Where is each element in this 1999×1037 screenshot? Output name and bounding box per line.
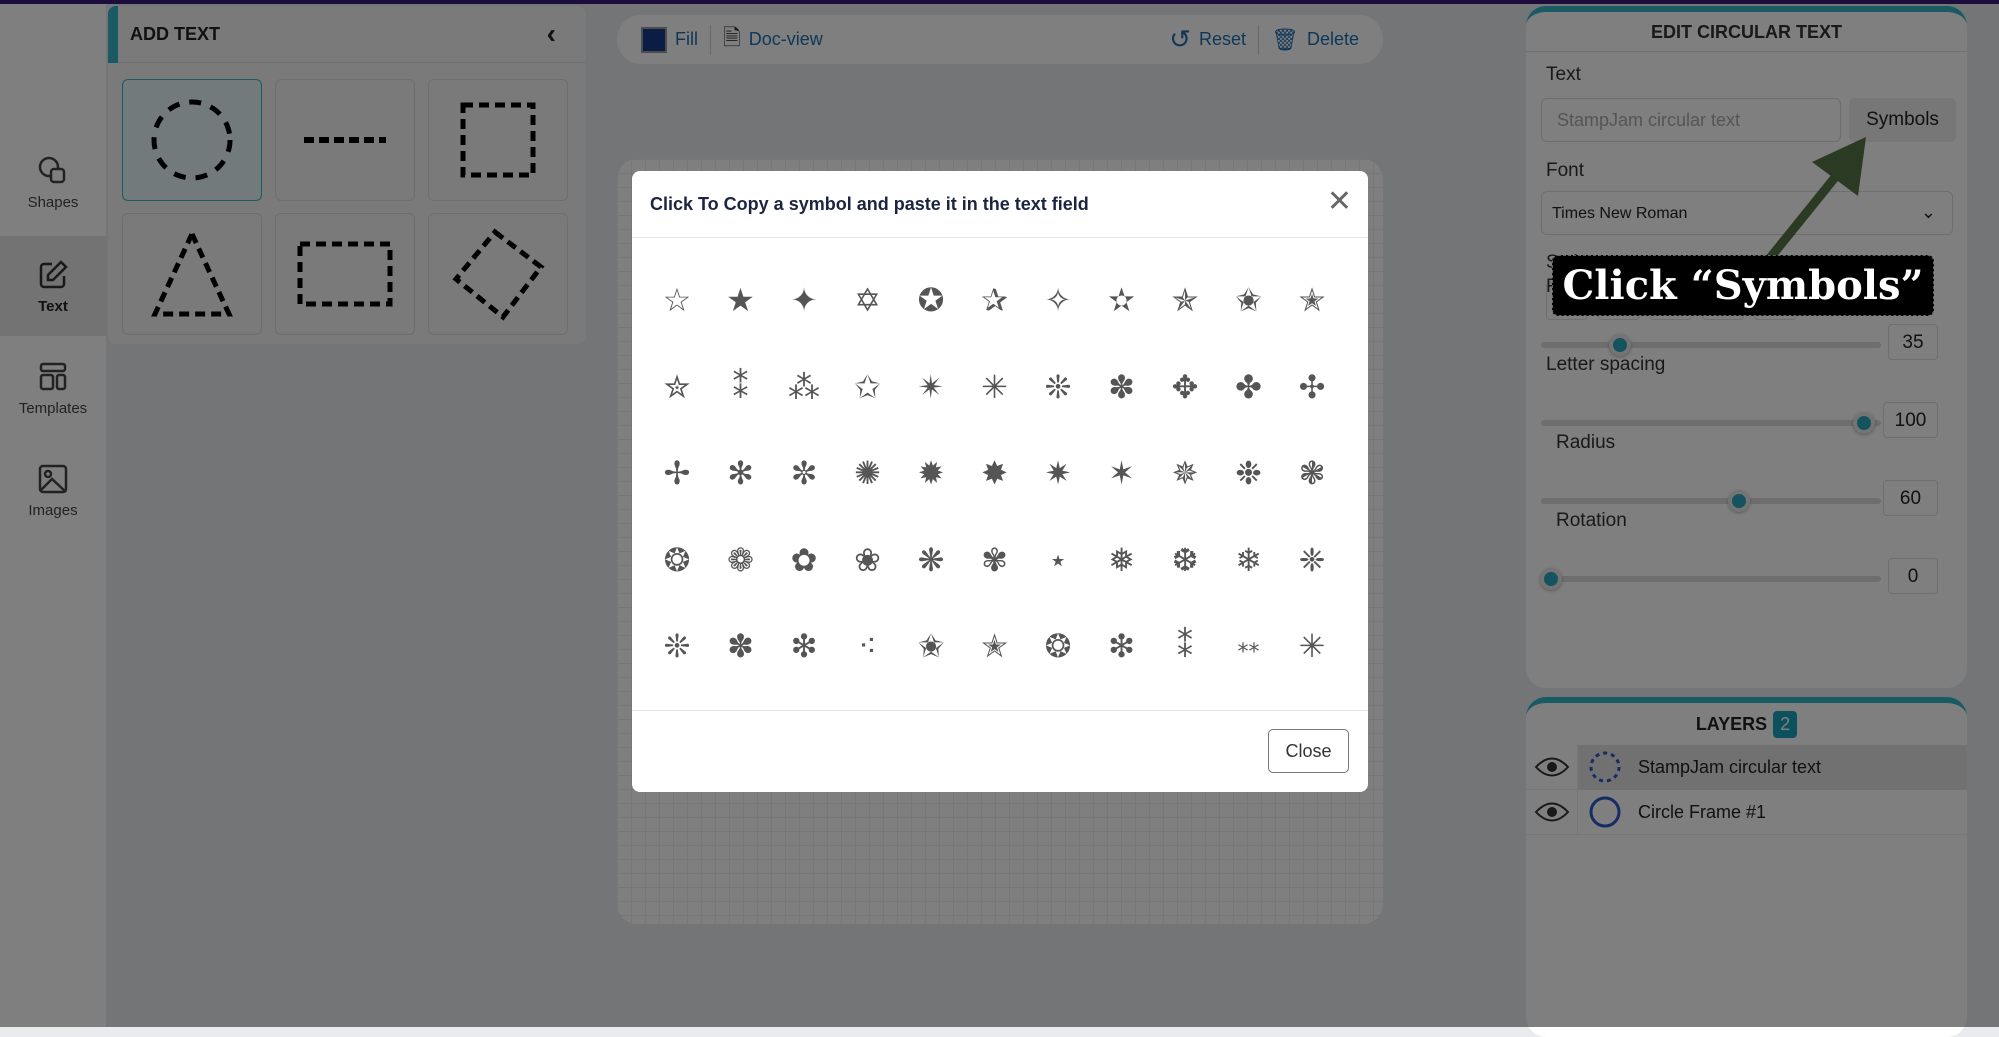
annotation-callout: Click “Symbols” xyxy=(1552,255,1934,316)
annotation-arrow xyxy=(1766,137,1866,261)
